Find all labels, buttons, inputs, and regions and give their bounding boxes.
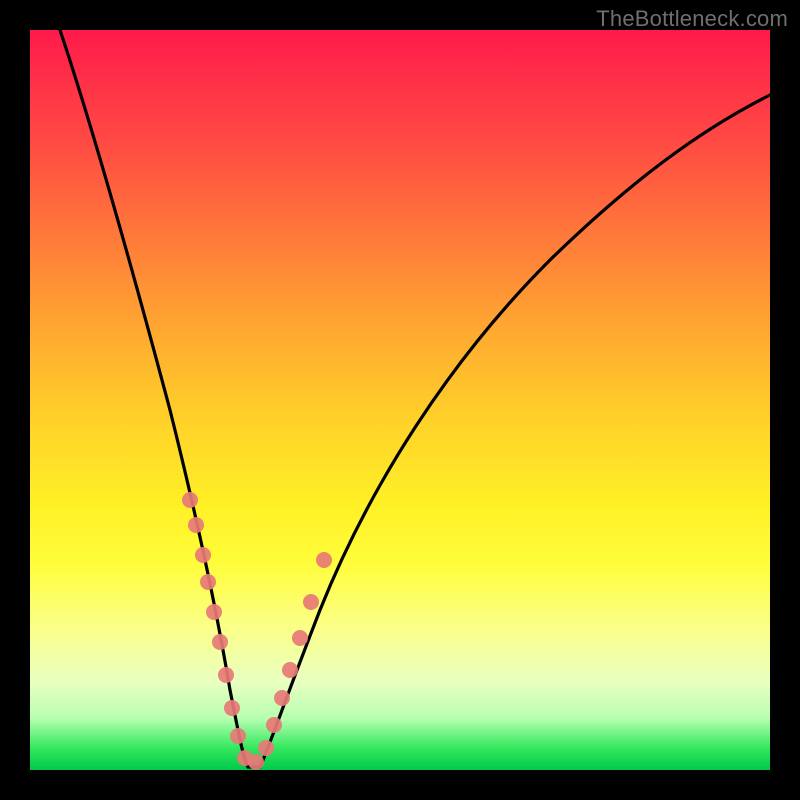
marker-group [182, 492, 332, 770]
marker-dot [258, 740, 274, 756]
curve-layer [30, 30, 770, 770]
marker-dot [206, 604, 222, 620]
marker-dot [248, 754, 264, 770]
watermark-text: TheBottleneck.com [596, 6, 788, 32]
bottleneck-curve [60, 30, 770, 767]
marker-dot [316, 552, 332, 568]
plot-area [30, 30, 770, 770]
marker-dot [195, 547, 211, 563]
chart-frame: TheBottleneck.com [0, 0, 800, 800]
marker-dot [200, 574, 216, 590]
marker-dot [182, 492, 198, 508]
marker-dot [212, 634, 228, 650]
marker-dot [282, 662, 298, 678]
marker-dot [218, 667, 234, 683]
marker-dot [188, 517, 204, 533]
marker-dot [303, 594, 319, 610]
marker-dot [292, 630, 308, 646]
marker-dot [274, 690, 290, 706]
marker-dot [224, 700, 240, 716]
marker-dot [266, 717, 282, 733]
marker-dot [230, 728, 246, 744]
